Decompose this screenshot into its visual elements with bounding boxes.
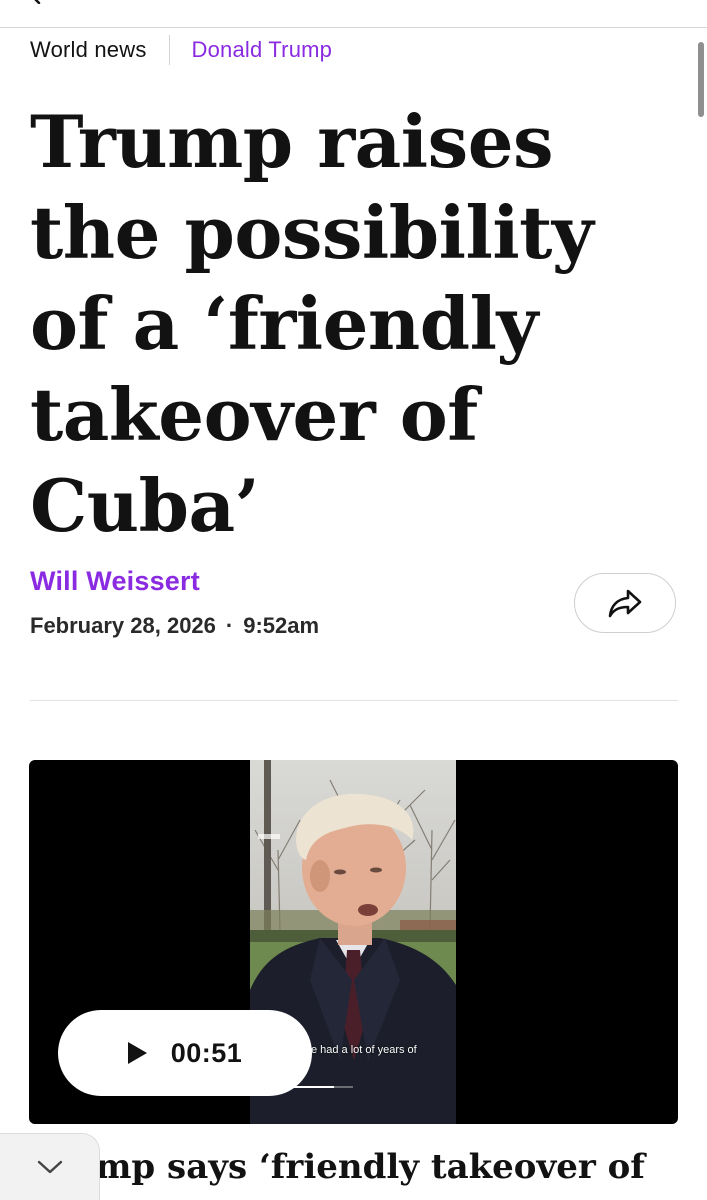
author-link[interactable]: Will Weissert [30, 566, 200, 597]
chevron-left-icon[interactable] [30, 0, 44, 4]
play-icon [127, 1042, 147, 1064]
video-subheadline: Trump says ‘friendly takeover of [30, 1147, 645, 1187]
video-player[interactable]: we had a lot of years of 00:51 [29, 760, 678, 1124]
chevron-down-icon [37, 1160, 62, 1174]
article-headline: Trump raises the possibility of a ‘frien… [30, 99, 594, 548]
collapse-button[interactable] [0, 1133, 100, 1200]
video-duration: 00:51 [170, 1037, 243, 1068]
publish-date: February 28, 2026 [30, 613, 216, 638]
share-arrow-icon [608, 589, 642, 618]
share-button[interactable] [574, 573, 676, 633]
scrollbar[interactable] [698, 42, 704, 117]
breadcrumb-divider [168, 35, 170, 65]
video-caption: we had a lot of years of [303, 1044, 417, 1056]
play-button[interactable]: 00:51 [58, 1010, 312, 1096]
top-bar [0, 0, 707, 28]
tag-link[interactable]: Donald Trump [192, 37, 333, 63]
dateline-separator: · [225, 613, 234, 638]
publish-time: 9:52am [243, 613, 320, 638]
section-link[interactable]: World news [30, 37, 147, 63]
breadcrumb: World news Donald Trump [30, 34, 332, 66]
video-progress-track[interactable] [289, 1086, 353, 1088]
section-divider [30, 700, 678, 701]
dateline: February 28, 2026 · 9:52am [30, 613, 319, 639]
